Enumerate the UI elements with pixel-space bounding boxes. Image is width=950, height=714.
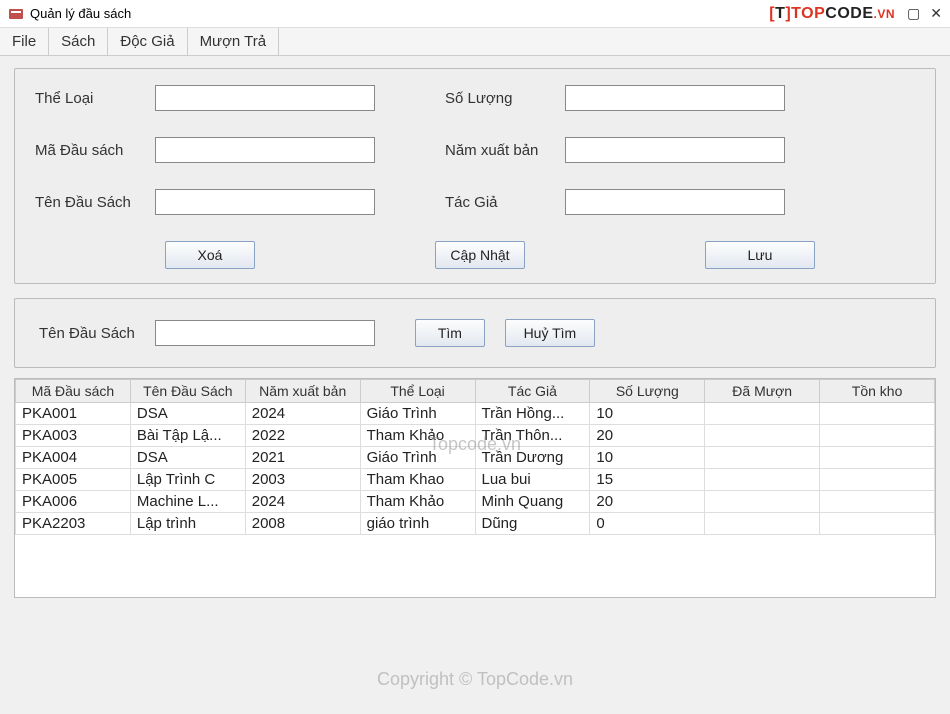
table-cell: PKA005: [16, 469, 131, 491]
table-cell: 0: [590, 513, 705, 535]
cancel-search-button[interactable]: Huỷ Tìm: [505, 319, 595, 347]
table-cell: PKA001: [16, 403, 131, 425]
table-cell: [705, 513, 820, 535]
column-header[interactable]: Thể Loại: [360, 380, 475, 403]
table-row[interactable]: PKA001DSA2024Giáo TrìnhTrần Hồng...10: [16, 403, 935, 425]
watermark-footer: Copyright © TopCode.vn: [377, 669, 573, 690]
label-tac-gia: Tác Giả: [445, 194, 565, 211]
search-input[interactable]: [155, 320, 375, 346]
table-cell: 10: [590, 403, 705, 425]
table-cell: DSA: [130, 447, 245, 469]
table-cell: [705, 447, 820, 469]
column-header[interactable]: Mã Đầu sách: [16, 380, 131, 403]
label-nam-xuat-ban: Năm xuất bản: [445, 142, 565, 159]
column-header[interactable]: Tác Giả: [475, 380, 590, 403]
table-cell: Minh Quang: [475, 491, 590, 513]
table-cell: 2021: [245, 447, 360, 469]
table-cell: Tham Khao: [360, 469, 475, 491]
search-panel: Tên Đầu Sách Tìm Huỷ Tìm: [14, 298, 936, 368]
input-ten-dau-sach[interactable]: [155, 189, 375, 215]
column-header[interactable]: Số Lượng: [590, 380, 705, 403]
table-cell: Trần Hồng...: [475, 403, 590, 425]
table-cell: 2008: [245, 513, 360, 535]
table-cell: [820, 491, 935, 513]
table-cell: [820, 425, 935, 447]
column-header[interactable]: Tồn kho: [820, 380, 935, 403]
input-ma-dau-sach[interactable]: [155, 137, 375, 163]
column-header[interactable]: Đã Mượn: [705, 380, 820, 403]
input-so-luong[interactable]: [565, 85, 785, 111]
table-cell: PKA2203: [16, 513, 131, 535]
table-cell: DSA: [130, 403, 245, 425]
table-row[interactable]: PKA2203Lập trình2008giáo trìnhDũng0: [16, 513, 935, 535]
table-cell: Bài Tập Lậ...: [130, 425, 245, 447]
table-cell: [705, 425, 820, 447]
brand-logo: [T]TOPCODE.VN: [769, 5, 895, 23]
maximize-icon[interactable]: ▢: [907, 5, 920, 22]
table-cell: 20: [590, 425, 705, 447]
table-cell: 10: [590, 447, 705, 469]
app-icon: [8, 6, 24, 22]
window-title: Quản lý đầu sách: [30, 6, 131, 21]
menu-doc-gia[interactable]: Độc Giả: [108, 28, 187, 55]
label-the-loai: Thể Loại: [35, 90, 155, 107]
label-so-luong: Số Lượng: [445, 90, 565, 107]
input-the-loai[interactable]: [155, 85, 375, 111]
table-cell: [820, 469, 935, 491]
table-cell: Tham Khảo: [360, 425, 475, 447]
table-cell: 2024: [245, 403, 360, 425]
search-button[interactable]: Tìm: [415, 319, 485, 347]
menu-file[interactable]: File: [0, 28, 49, 55]
table-row[interactable]: PKA003Bài Tập Lậ...2022Tham KhảoTrần Thô…: [16, 425, 935, 447]
table-cell: Giáo Trình: [360, 447, 475, 469]
form-panel: Thể Loại Số Lượng Mã Đầu sách Năm xuất b…: [14, 68, 936, 284]
input-tac-gia[interactable]: [565, 189, 785, 215]
table-cell: [705, 491, 820, 513]
table-cell: PKA004: [16, 447, 131, 469]
table-row[interactable]: PKA005Lập Trình C2003Tham KhaoLua bui15: [16, 469, 935, 491]
column-header[interactable]: Tên Đầu Sách: [130, 380, 245, 403]
table-cell: Lập trình: [130, 513, 245, 535]
titlebar: Quản lý đầu sách [T]TOPCODE.VN ▢ ✕: [0, 0, 950, 28]
data-table-container[interactable]: Mã Đầu sáchTên Đầu SáchNăm xuất bảnThể L…: [14, 378, 936, 598]
menubar: File Sách Độc Giả Mượn Trả: [0, 28, 950, 56]
table-cell: Lua bui: [475, 469, 590, 491]
table-cell: 20: [590, 491, 705, 513]
table-cell: Giáo Trình: [360, 403, 475, 425]
table-cell: giáo trình: [360, 513, 475, 535]
table-row[interactable]: PKA004DSA2021Giáo TrìnhTrần Dương10: [16, 447, 935, 469]
table-cell: Dũng: [475, 513, 590, 535]
table-cell: PKA003: [16, 425, 131, 447]
menu-muon-tra[interactable]: Mượn Trả: [188, 28, 280, 55]
delete-button[interactable]: Xoá: [165, 241, 255, 269]
table-cell: Lập Trình C: [130, 469, 245, 491]
table-cell: 2003: [245, 469, 360, 491]
label-ma-dau-sach: Mã Đầu sách: [35, 142, 155, 159]
column-header[interactable]: Năm xuất bản: [245, 380, 360, 403]
save-button[interactable]: Lưu: [705, 241, 815, 269]
table-cell: [820, 403, 935, 425]
table-cell: [705, 469, 820, 491]
table-cell: PKA006: [16, 491, 131, 513]
table-cell: 15: [590, 469, 705, 491]
menu-sach[interactable]: Sách: [49, 28, 108, 55]
table-cell: [820, 447, 935, 469]
search-label: Tên Đầu Sách: [39, 325, 135, 342]
table-cell: [820, 513, 935, 535]
table-cell: [705, 403, 820, 425]
table-row[interactable]: PKA006Machine L...2024Tham KhảoMinh Quan…: [16, 491, 935, 513]
input-nam-xuat-ban[interactable]: [565, 137, 785, 163]
data-table: Mã Đầu sáchTên Đầu SáchNăm xuất bảnThể L…: [15, 379, 935, 535]
table-cell: Trần Thôn...: [475, 425, 590, 447]
table-cell: Machine L...: [130, 491, 245, 513]
table-cell: Tham Khảo: [360, 491, 475, 513]
table-cell: Trần Dương: [475, 447, 590, 469]
table-cell: 2022: [245, 425, 360, 447]
label-ten-dau-sach: Tên Đầu Sách: [35, 194, 155, 211]
update-button[interactable]: Cập Nhật: [435, 241, 525, 269]
table-cell: 2024: [245, 491, 360, 513]
close-icon[interactable]: ✕: [930, 5, 942, 22]
